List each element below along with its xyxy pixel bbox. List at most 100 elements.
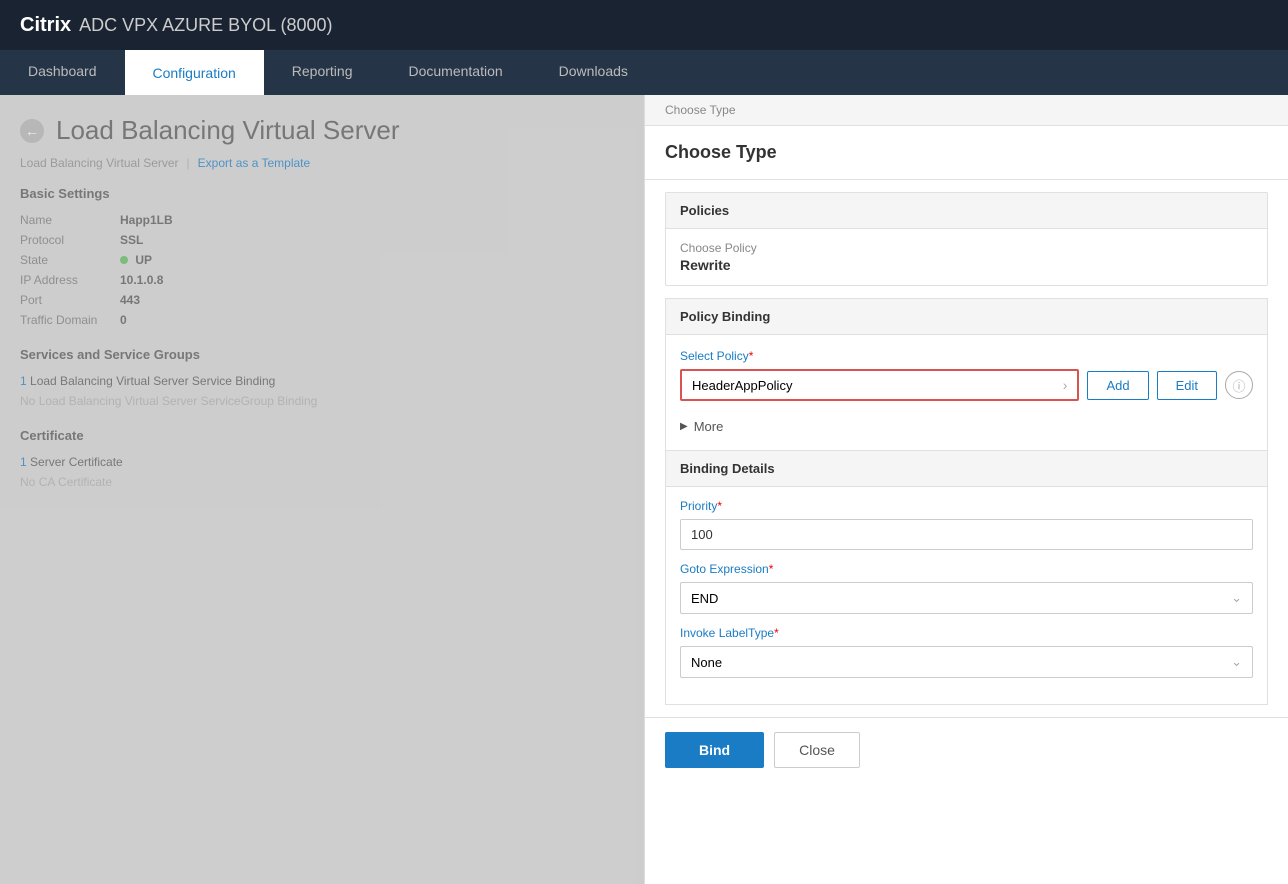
field-label-port: Port [20, 293, 120, 307]
goto-value: END [691, 591, 718, 606]
servicegroup-binding-link[interactable]: No Load Balancing Virtual Server Service… [20, 394, 624, 408]
export-template-link[interactable]: Export as a Template [198, 156, 311, 170]
bind-button[interactable]: Bind [665, 732, 764, 768]
nav-item-dashboard[interactable]: Dashboard [0, 50, 125, 95]
nav-item-documentation[interactable]: Documentation [380, 50, 530, 95]
ca-cert-count: No [20, 475, 35, 489]
field-name: Name Happ1LB [20, 213, 624, 227]
main-layout: ← Load Balancing Virtual Server Load Bal… [0, 95, 1288, 884]
nav-item-configuration[interactable]: Configuration [125, 50, 264, 95]
priority-label-text: Priority [680, 499, 717, 513]
back-button[interactable]: ← Load Balancing Virtual Server [20, 115, 624, 146]
invoke-label: Invoke LabelType* [680, 626, 1253, 640]
breadcrumb-parent: Load Balancing Virtual Server [20, 156, 179, 170]
invoke-required: * [774, 626, 779, 640]
server-cert-link[interactable]: 1 Server Certificate [20, 455, 624, 469]
field-label-traffic-domain: Traffic Domain [20, 313, 120, 327]
state-value: UP [135, 253, 152, 267]
field-value-protocol: SSL [120, 233, 143, 247]
service-count-1: 1 [20, 374, 27, 388]
field-protocol: Protocol SSL [20, 233, 624, 247]
priority-required: * [717, 499, 722, 513]
nav-item-downloads[interactable]: Downloads [531, 50, 656, 95]
ca-cert-label: CA Certificate [39, 475, 112, 489]
field-value-traffic-domain: 0 [120, 313, 127, 327]
field-value-state: UP [120, 253, 152, 267]
field-port: Port 443 [20, 293, 624, 307]
policy-binding-header: Policy Binding [665, 298, 1268, 334]
field-ip: IP Address 10.1.0.8 [20, 273, 624, 287]
cert-label-1: Server Certificate [30, 455, 123, 469]
brand-rest: ADC VPX AZURE BYOL (8000) [79, 15, 332, 36]
panel-title: Choose Type [665, 142, 1268, 163]
service-binding-link[interactable]: 1 Load Balancing Virtual Server Service … [20, 374, 624, 388]
policy-binding-section: Policy Binding Select Policy* HeaderAppP… [665, 298, 1268, 705]
edit-button[interactable]: Edit [1157, 371, 1217, 400]
panel-header: Choose Type [645, 126, 1288, 180]
page-title: Load Balancing Virtual Server [56, 115, 400, 146]
select-policy-input[interactable]: HeaderAppPolicy › [680, 369, 1079, 401]
add-button[interactable]: Add [1087, 371, 1148, 400]
more-section: ▶ More [680, 413, 1253, 440]
breadcrumb: Load Balancing Virtual Server | Export a… [20, 156, 624, 170]
field-label-protocol: Protocol [20, 233, 120, 247]
cert-title: Certificate [20, 428, 624, 443]
status-dot-icon [120, 256, 128, 264]
cert-count-1: 1 [20, 455, 27, 469]
action-bar: Bind Close [645, 717, 1288, 782]
invoke-label-text: Invoke LabelType [680, 626, 774, 640]
select-policy-label: Select Policy* [680, 349, 1253, 363]
chevron-down-icon-2: ⌄ [1231, 654, 1242, 670]
field-value-name: Happ1LB [120, 213, 173, 227]
triangle-icon: ▶ [680, 421, 688, 432]
left-panel: ← Load Balancing Virtual Server Load Bal… [0, 95, 644, 884]
servicegroup-count: No [20, 394, 35, 408]
close-button[interactable]: Close [774, 732, 860, 768]
breadcrumb-sep: | [187, 156, 190, 170]
info-icon[interactable]: ⓘ [1225, 371, 1253, 399]
ca-cert-link[interactable]: No CA Certificate [20, 475, 624, 489]
basic-settings-title: Basic Settings [20, 186, 624, 201]
policy-binding-body: Select Policy* HeaderAppPolicy › Add Edi… [665, 334, 1268, 705]
right-panel: Choose Type Choose Type Policies Choose … [644, 95, 1288, 884]
goto-label-text: Goto Expression [680, 562, 769, 576]
services-title: Services and Service Groups [20, 347, 624, 362]
field-state: State UP [20, 253, 624, 267]
chevron-down-icon: ⌄ [1231, 590, 1242, 606]
select-policy-label-text: Select Policy [680, 349, 749, 363]
choose-policy-value: Rewrite [680, 257, 1253, 273]
service-label-1: Load Balancing Virtual Server Service Bi… [30, 374, 275, 388]
select-policy-value: HeaderAppPolicy [692, 378, 792, 393]
servicegroup-label: Load Balancing Virtual Server ServiceGro… [39, 394, 318, 408]
more-label: More [694, 419, 724, 434]
goto-required: * [769, 562, 774, 576]
services-section: Services and Service Groups 1 Load Balan… [20, 347, 624, 408]
back-arrow-icon: ← [20, 119, 44, 143]
binding-details-header: Binding Details [666, 450, 1267, 487]
policies-section: Policies Choose Policy Rewrite [665, 192, 1268, 286]
top-header: Citrix ADC VPX AZURE BYOL (8000) [0, 0, 1288, 50]
goto-select[interactable]: END ⌄ [680, 582, 1253, 614]
select-policy-row: HeaderAppPolicy › Add Edit ⓘ [680, 369, 1253, 401]
chevron-right-icon: › [1063, 377, 1068, 393]
choose-policy-label: Choose Policy [680, 241, 1253, 255]
priority-label: Priority* [680, 499, 1253, 513]
brand-citrix: Citrix [20, 14, 71, 37]
priority-input[interactable] [680, 519, 1253, 550]
cert-section: Certificate 1 Server Certificate No CA C… [20, 428, 624, 489]
panel-breadcrumb: Choose Type [645, 95, 1288, 126]
invoke-value: None [691, 655, 722, 670]
more-toggle[interactable]: ▶ More [680, 413, 1253, 440]
field-value-ip: 10.1.0.8 [120, 273, 163, 287]
field-label-state: State [20, 253, 120, 267]
nav-item-reporting[interactable]: Reporting [264, 50, 381, 95]
goto-label: Goto Expression* [680, 562, 1253, 576]
select-policy-required: * [749, 349, 754, 363]
field-value-port: 443 [120, 293, 140, 307]
field-label-ip: IP Address [20, 273, 120, 287]
policies-section-body: Choose Policy Rewrite [666, 229, 1267, 285]
invoke-select[interactable]: None ⌄ [680, 646, 1253, 678]
basic-settings-section: Basic Settings Name Happ1LB Protocol SSL… [20, 186, 624, 327]
nav-bar: Dashboard Configuration Reporting Docume… [0, 50, 1288, 95]
field-label-name: Name [20, 213, 120, 227]
